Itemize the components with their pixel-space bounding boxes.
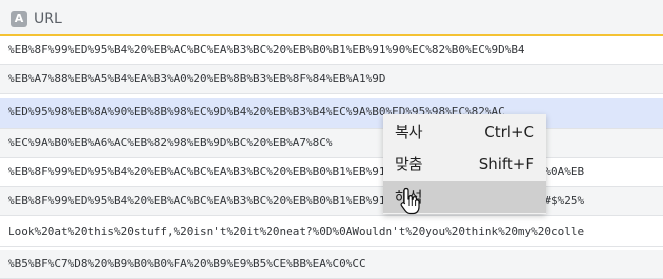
menu-item-shortcut: Shift+F [478, 155, 534, 173]
column-name: URL [34, 11, 62, 27]
table-row[interactable]: %EB%8F%99%ED%95%B4%20%EB%AC%BC%EA%B3%BC%… [0, 36, 663, 65]
table-row[interactable]: %EC%9A%B0%EB%A6%AC%EB%82%98%EB%9D%BC%20%… [0, 129, 663, 158]
table-row-selected[interactable]: %ED%95%98%EB%8A%90%EB%8B%98%EC%9D%B4%20%… [0, 98, 663, 129]
table-cell[interactable]: %EB%A7%88%EB%A5%B4%EA%B3%A0%20%EB%8B%B3%… [8, 71, 386, 87]
table-cell[interactable]: %EC%9A%B0%EB%A6%AC%EB%82%98%EB%9D%BC%20%… [8, 135, 333, 151]
table-row[interactable]: %EB%8F%99%ED%95%B4%20%EB%AC%BC%EA%B3%BC%… [0, 187, 663, 216]
table-row[interactable]: %EB%8F%99%ED%95%B4%20%EB%AC%BC%EA%B3%BC%… [0, 158, 663, 187]
menu-item-shortcut: Ctrl+C [484, 123, 534, 141]
text-type-badge: A [11, 11, 27, 27]
table-row[interactable]: %B5%BF%C7%D8%20%B9%B0%B0%FA%20%B9%E9%B5%… [0, 250, 663, 279]
menu-item-label: 맞춤 [395, 155, 423, 173]
data-grid: A URL %EB%8F%99%ED%95%B4%20%EB%AC%BC%EA%… [0, 0, 663, 279]
table-row[interactable]: Look%20at%20this%20stuff,%20isn't%20it%2… [0, 218, 663, 247]
hand-pointer-cursor-icon [400, 187, 420, 215]
menu-item-label: 복사 [395, 123, 423, 141]
table-row[interactable]: %EB%A7%88%EB%A5%B4%EA%B3%A0%20%EB%8B%B3%… [0, 65, 663, 94]
menu-item-copy[interactable]: 복사 Ctrl+C [383, 116, 546, 148]
menu-item-fit[interactable]: 맞춤 Shift+F [383, 148, 546, 180]
column-header[interactable]: A URL [0, 0, 663, 36]
table-cell[interactable]: Look%20at%20this%20stuff,%20isn't%20it%2… [8, 224, 584, 240]
table-cell[interactable]: %EB%8F%99%ED%95%B4%20%EB%AC%BC%EA%B3%BC%… [8, 42, 525, 58]
table-cell[interactable]: %B5%BF%C7%D8%20%B9%B0%B0%FA%20%B9%E9%B5%… [8, 256, 366, 272]
